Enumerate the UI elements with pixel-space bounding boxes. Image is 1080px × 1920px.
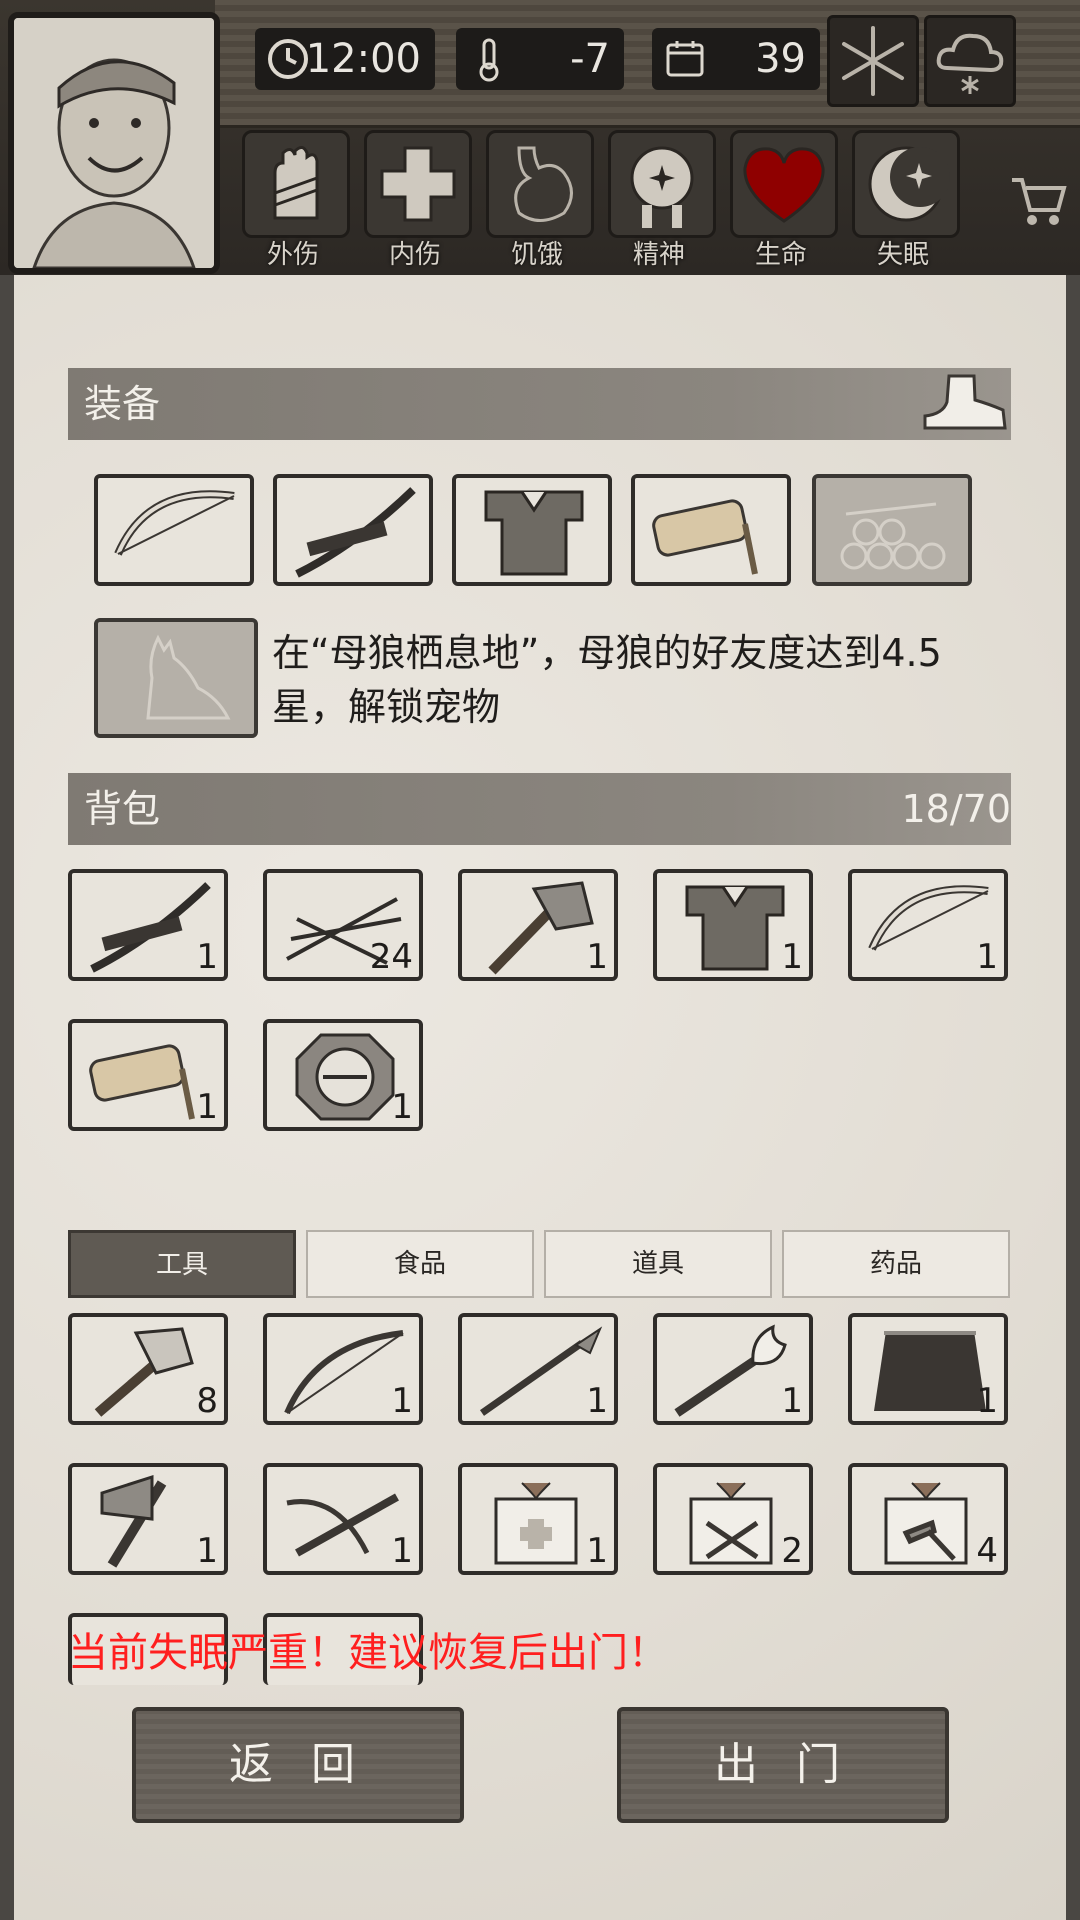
head-icon [630,146,694,228]
tab-tools[interactable]: 工具 [68,1230,296,1298]
backpack-title: 背包 [84,787,161,831]
hunger-status[interactable] [486,130,594,238]
status-label-life: 生命 [754,240,807,270]
backpack-item[interactable]: 1 [848,869,1008,981]
storage-item[interactable]: 8 [68,1313,228,1425]
backpack-item[interactable]: 24 [263,869,423,981]
backpack-item[interactable]: 1 [68,1019,228,1131]
item-quantity: 2 [781,1531,803,1571]
item-quantity: 1 [196,1531,218,1571]
flashlight-icon [652,499,758,575]
hand-icon [273,146,319,220]
tab-food[interactable]: 食品 [306,1230,534,1298]
pet-unlock-hint: 在“母狼栖息地”，母狼的好友度达到4.5星，解锁宠物 [272,631,942,729]
backpack-item[interactable]: 1 [68,869,228,981]
item-quantity: 1 [976,1381,998,1421]
status-label-hunger: 饥饿 [510,240,563,270]
item-quantity: 1 [781,1381,803,1421]
moon-icon [868,146,950,222]
tab-props[interactable]: 道具 [544,1230,772,1298]
storage-item[interactable]: 1 [653,1313,813,1425]
item-quantity: 1 [196,937,218,977]
cross-icon [380,146,456,222]
backpack-header: 背包 18/70 [68,773,1011,845]
bow-icon [114,490,235,556]
equipment-title: 装备 [84,382,161,426]
backpack-item[interactable]: 1 [263,1019,423,1131]
item-quantity: 24 [369,937,413,977]
item-quantity: 4 [976,1531,998,1571]
armor-icon [484,490,584,576]
stomach-icon [514,146,573,222]
wolf-icon [146,634,231,720]
shopping-cart-icon[interactable] [1008,170,1068,230]
back-button[interactable]: 返 回 [132,1707,464,1823]
item-quantity: 1 [586,1531,608,1571]
status-label-spirit: 精神 [632,240,685,270]
temperature-value: -7 [570,36,610,82]
item-quantity: 1 [586,1381,608,1421]
item-quantity: 1 [586,937,608,977]
pet-slot-locked[interactable] [94,618,258,738]
spirit-status[interactable] [608,130,716,238]
equip-slot-locked[interactable] [812,474,972,586]
temperature-display: -7 [456,28,624,90]
backpack-item[interactable]: 1 [653,869,813,981]
day-value: 39 [755,36,806,82]
item-quantity: 1 [196,1087,218,1127]
external-injury-status[interactable] [242,130,350,238]
insomnia-warning: 当前失眠严重！建议恢复后出门！ [68,1630,668,1676]
item-quantity: 1 [781,937,803,977]
item-quantity: 1 [391,1531,413,1571]
insomnia-status[interactable] [852,130,960,238]
backpack-item[interactable]: 1 [458,869,618,981]
time-value: 12:00 [305,36,421,82]
equip-slot-armor[interactable] [452,474,612,586]
day-display: 39 [652,28,820,90]
item-quantity: 1 [391,1381,413,1421]
status-label-insomnia: 失眠 [876,240,929,270]
storage-item[interactable]: 2 [653,1463,813,1575]
snow-cloud-icon[interactable] [924,15,1016,107]
storage-item[interactable]: 1 [458,1313,618,1425]
equipment-header: 装备 [68,368,1011,440]
heart-icon [743,147,825,223]
katana-icon [295,487,416,578]
calendar-icon [666,41,704,77]
logs-icon [840,502,946,570]
go-out-button[interactable]: 出 门 [617,1707,949,1823]
internal-injury-status[interactable] [364,130,472,238]
snowflake-icon[interactable] [827,15,919,107]
life-status[interactable] [730,130,838,238]
storage-item[interactable]: 1 [263,1313,423,1425]
storage-item[interactable]: 1 [263,1463,423,1575]
category-tabs: 工具 食品 道具 药品 [68,1230,1011,1300]
thermometer-icon [479,38,499,82]
item-quantity: 1 [391,1087,413,1127]
avatar[interactable] [8,12,220,274]
storage-item[interactable]: 4 [848,1463,1008,1575]
equip-slot-flashlight[interactable] [631,474,791,586]
clock-icon [268,39,308,79]
status-label-external: 外伤 [266,240,319,270]
tab-medicine[interactable]: 药品 [782,1230,1010,1298]
backpack-capacity: 18/70 [901,787,1011,831]
equip-slot-bow[interactable] [94,474,254,586]
status-label-internal: 内伤 [388,240,441,270]
storage-item[interactable]: 1 [68,1463,228,1575]
storage-item[interactable]: 1 [848,1313,1008,1425]
equip-slot-katana[interactable] [273,474,433,586]
storage-item[interactable]: 1 [458,1463,618,1575]
boot-icon[interactable] [919,370,1009,436]
item-quantity: 1 [976,937,998,977]
clock-display: 12:00 [255,28,435,90]
top-hud: 12:00 -7 39 外伤 内伤 饥饿 精神 生命 失眠 [0,0,1080,275]
item-quantity: 8 [196,1381,218,1421]
